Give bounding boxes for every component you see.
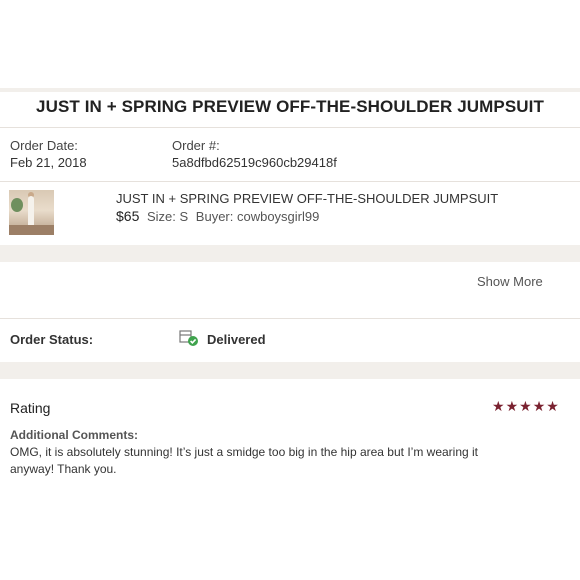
top-divider — [0, 88, 580, 92]
star-icon: ★ — [532, 398, 547, 414]
delivered-box-check-icon — [179, 329, 199, 347]
item-title[interactable]: JUST IN + SPRING PREVIEW OFF-THE-SHOULDE… — [116, 191, 498, 206]
item-buyer: Buyer: cowboysgirl99 — [195, 209, 320, 224]
order-status-value: Delivered — [207, 332, 266, 347]
order-number-value: 5a8dfbd62519c960cb29418f — [172, 155, 337, 170]
star-icon: ★ — [546, 398, 560, 414]
comment-line-2: anyway! Thank you. — [10, 462, 117, 476]
item-thumbnail[interactable] — [9, 190, 54, 235]
header-divider — [0, 127, 580, 128]
section-gap-1 — [0, 245, 580, 262]
item-details: $65 Size: S Buyer: cowboysgirl99 — [116, 208, 319, 224]
star-icon: ★ — [519, 398, 533, 414]
show-more-divider — [0, 318, 580, 319]
order-info-divider — [0, 181, 580, 182]
item-price: $65 — [116, 208, 140, 224]
rating-stars: ★★★★★ — [492, 398, 560, 415]
order-date-value: Feb 21, 2018 — [10, 155, 87, 170]
additional-comments-label: Additional Comments: — [10, 428, 138, 442]
star-icon: ★ — [505, 398, 520, 414]
comment-line-1: OMG, it is absolutely stunning! It’s jus… — [10, 445, 479, 459]
order-date-label: Order Date: — [10, 138, 78, 153]
rating-heading: Rating — [10, 400, 51, 416]
order-status-label: Order Status: — [10, 332, 94, 347]
star-icon: ★ — [492, 398, 506, 414]
item-size: Size: S — [146, 209, 189, 224]
order-number-label: Order #: — [172, 138, 220, 153]
show-more-button[interactable]: Show More — [477, 274, 543, 289]
page-title: JUST IN + SPRING PREVIEW OFF-THE-SHOULDE… — [36, 97, 544, 116]
section-gap-2 — [0, 362, 580, 379]
